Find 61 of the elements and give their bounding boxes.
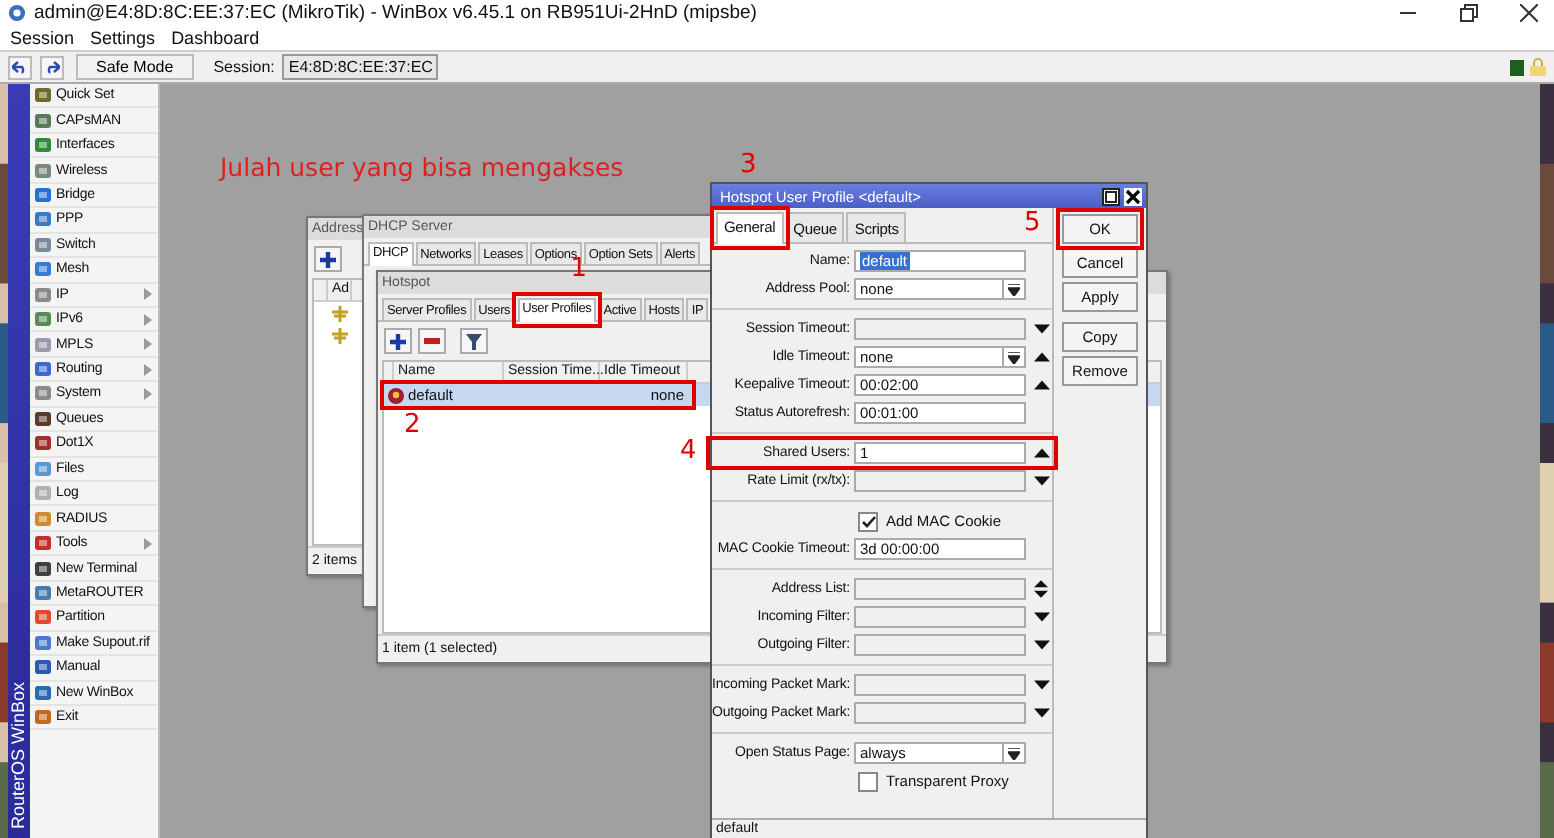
- up-arrow-icon[interactable]: [1034, 352, 1050, 362]
- input-field[interactable]: [854, 674, 1026, 696]
- annotation-heading: Julah user yang bisa mengakses: [220, 152, 624, 182]
- close-icon: [1519, 4, 1537, 22]
- session-label: Session:: [213, 58, 275, 76]
- window-title: admin@E4:8D:8C:EE:37:EC (MikroTik) - WinBox v6.45.1 on RB951Ui-2HnD (mipsbe): [34, 2, 759, 24]
- address-icon: [332, 327, 348, 343]
- menu-item[interactable]: Dashboard: [171, 28, 260, 48]
- down-arrow-icon[interactable]: [1034, 640, 1050, 650]
- down-arrow-icon[interactable]: [1034, 612, 1050, 622]
- step-number: 5: [1024, 210, 1041, 236]
- session-field[interactable]: E4:8D:8C:EE:37:EC: [282, 54, 439, 80]
- remove-button[interactable]: [418, 328, 446, 354]
- input-field[interactable]: [854, 702, 1026, 724]
- menu-item[interactable]: Session: [10, 28, 75, 48]
- restore-icon: [1459, 4, 1477, 22]
- checkbox[interactable]: [858, 771, 878, 791]
- redo-button[interactable]: [40, 55, 64, 79]
- maximize-button[interactable]: [1102, 187, 1120, 205]
- input-field[interactable]: [854, 606, 1026, 628]
- submenu-arrow-icon: [144, 537, 152, 550]
- redo-icon: [44, 60, 60, 74]
- up-arrow-icon[interactable]: [1034, 380, 1050, 390]
- add-button[interactable]: [314, 246, 342, 272]
- filter-button[interactable]: [460, 328, 488, 354]
- checkbox[interactable]: [858, 511, 878, 531]
- down-arrow-icon[interactable]: [1034, 680, 1050, 690]
- menu-item[interactable]: Settings: [90, 28, 156, 48]
- minus-icon: [424, 338, 440, 344]
- add-button[interactable]: [384, 328, 412, 354]
- down-arrow-icon[interactable]: [1034, 708, 1050, 718]
- step-number: 2: [404, 412, 421, 438]
- dropdown-button[interactable]: [1002, 744, 1024, 762]
- input-field[interactable]: [854, 578, 1026, 600]
- undo-button[interactable]: [8, 55, 32, 79]
- input-field[interactable]: [854, 318, 1026, 340]
- minimize-icon: [1400, 11, 1416, 15]
- highlight-frame: [511, 292, 603, 328]
- address-icon: [332, 305, 348, 321]
- safe-mode-button[interactable]: Safe Mode: [76, 54, 194, 80]
- lock-icon: [1530, 58, 1546, 76]
- step-number: 4: [680, 438, 697, 464]
- highlight-frame: [1056, 208, 1144, 250]
- profile-icon: [388, 387, 404, 403]
- down-arrow-icon[interactable]: [1034, 476, 1050, 486]
- input-field[interactable]: [854, 634, 1026, 656]
- dropdown-button[interactable]: [1002, 280, 1024, 298]
- input-field[interactable]: [854, 470, 1026, 492]
- up-down-arrow-icon[interactable]: [1034, 580, 1048, 598]
- close-button[interactable]: [1124, 187, 1142, 205]
- brand-label: RouterOS WinBox: [8, 682, 30, 830]
- plus-icon: [390, 333, 406, 349]
- undo-icon: [12, 60, 28, 74]
- filter-icon: [466, 333, 482, 349]
- highlight-frame: [710, 206, 790, 250]
- down-arrow-icon[interactable]: [1034, 324, 1050, 334]
- dropdown-button[interactable]: [1002, 348, 1024, 366]
- step-number: 3: [740, 152, 757, 178]
- plus-icon: [320, 251, 336, 267]
- up-arrow-icon[interactable]: [1034, 448, 1050, 458]
- status-square-icon: [1510, 59, 1524, 75]
